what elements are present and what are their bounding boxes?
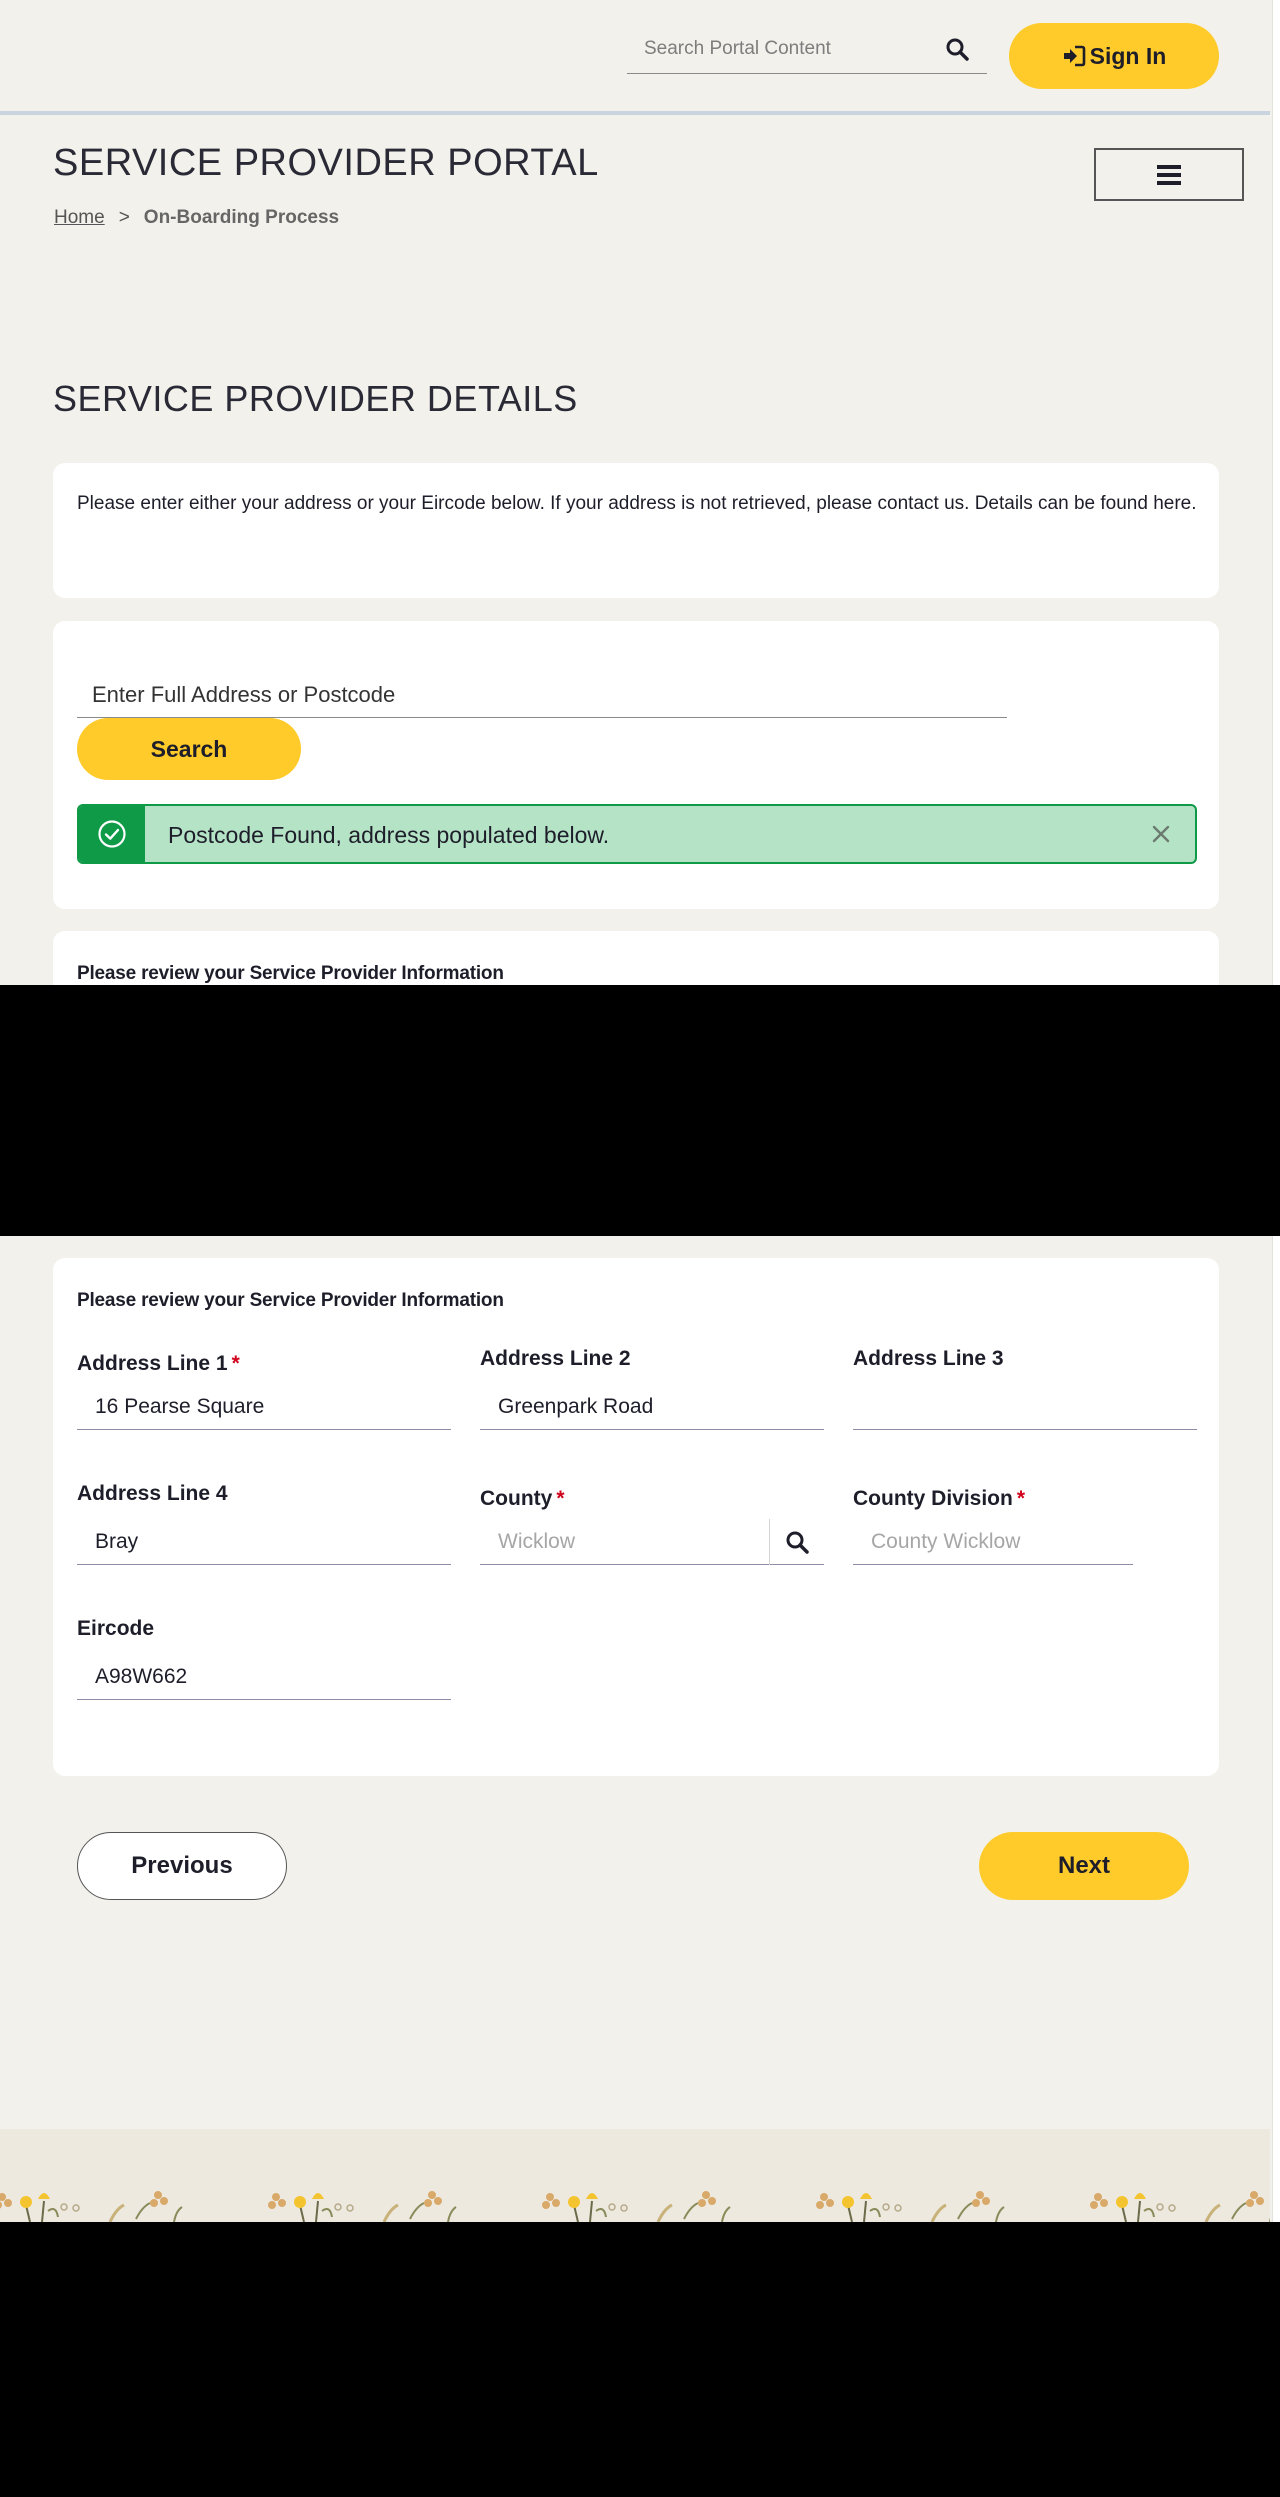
required-marker: * [1016,1487,1026,1510]
hamburger-menu-icon [1157,164,1181,185]
breadcrumb-separator: > [118,207,130,228]
alert-icon-container [79,806,145,862]
address-line-1-field [77,1384,451,1430]
review-heading: Please review your Service Provider Info… [77,963,504,984]
portal-search-input[interactable] [627,26,927,72]
address-line-3-label-text: Address Line 3 [853,1347,1004,1370]
success-alert: Postcode Found, address populated below. [77,804,1197,864]
eircode-label: Eircode [77,1617,154,1641]
search-icon [946,38,969,61]
review-card-top: Please review your Service Provider Info… [53,931,1219,985]
county-field [480,1519,824,1565]
close-icon [1152,825,1170,843]
address-line-2-field [480,1384,824,1430]
breadcrumb-home-link[interactable]: Home [54,207,105,229]
header-divider [0,111,1270,115]
required-marker: * [231,1352,240,1375]
floral-border-illustration [0,2191,1270,2222]
sign-in-label: Sign In [1089,42,1167,69]
footer-decoration [0,2129,1270,2222]
address-line-4-label-text: Address Line 4 [77,1482,228,1505]
eircode-input[interactable] [77,1654,451,1699]
page-bottom-section: Please review your Service Provider Info… [0,1236,1280,2222]
review-card: Please review your Service Provider Info… [53,1258,1219,1776]
check-circle-icon [98,820,126,848]
address-search-button[interactable]: Search [77,718,301,780]
eircode-field [77,1654,451,1700]
address-line-3-field [853,1384,1197,1430]
scrollbar[interactable] [1272,0,1280,985]
next-button[interactable]: Next [979,1832,1189,1900]
alert-close-button[interactable] [1147,820,1175,848]
sign-in-icon [1063,45,1085,67]
address-line-4-input[interactable] [77,1519,451,1564]
address-line-1-label-text: Address Line 1 [77,1352,228,1375]
address-line-2-label: Address Line 2 [480,1347,631,1371]
address-line-3-label: Address Line 3 [853,1347,1004,1371]
address-search-card: Search Postcode Found, address populated… [53,621,1219,909]
site-header: Sign In [0,0,1270,115]
county-division-label-text: County Division [853,1487,1013,1510]
info-text: Please enter either your address or your… [77,493,1197,514]
sign-in-button[interactable]: Sign In [1009,23,1219,89]
address-line-1-input[interactable] [77,1384,451,1429]
address-line-1-label: Address Line 1 * [77,1352,240,1376]
required-marker: * [556,1487,565,1510]
address-line-4-label: Address Line 4 [77,1482,228,1506]
eircode-label-text: Eircode [77,1617,155,1640]
page-top-section: Sign In SERVICE PROVIDER PORTAL Home > O… [0,0,1280,985]
alert-message: Postcode Found, address populated below. [168,822,610,848]
county-lookup-button[interactable] [769,1519,824,1565]
scrollbar[interactable] [1272,1236,1280,2222]
portal-search-button[interactable] [937,32,977,68]
portal-title: SERVICE PROVIDER PORTAL [53,142,599,184]
county-division-field [853,1519,1133,1565]
portal-search [627,26,987,74]
previous-button[interactable]: Previous [77,1832,287,1900]
county-label-text: County [480,1487,553,1510]
county-division-input[interactable] [853,1519,1133,1564]
breadcrumb: Home > On-Boarding Process [54,207,339,229]
breadcrumb-current: On-Boarding Process [143,207,340,228]
menu-button[interactable] [1094,148,1244,201]
county-label: County * [480,1487,565,1511]
review-heading: Please review your Service Provider Info… [77,1290,504,1311]
address-search-field [77,673,1007,718]
county-division-label: County Division * [853,1487,1025,1511]
address-search-input[interactable] [77,673,1007,717]
address-line-3-input[interactable] [853,1384,1197,1429]
section-title: SERVICE PROVIDER DETAILS [53,378,578,419]
address-line-4-field [77,1519,451,1565]
search-icon [786,1531,809,1554]
address-line-2-label-text: Address Line 2 [480,1347,631,1370]
info-card: Please enter either your address or your… [53,463,1219,598]
address-line-2-input[interactable] [480,1384,824,1429]
